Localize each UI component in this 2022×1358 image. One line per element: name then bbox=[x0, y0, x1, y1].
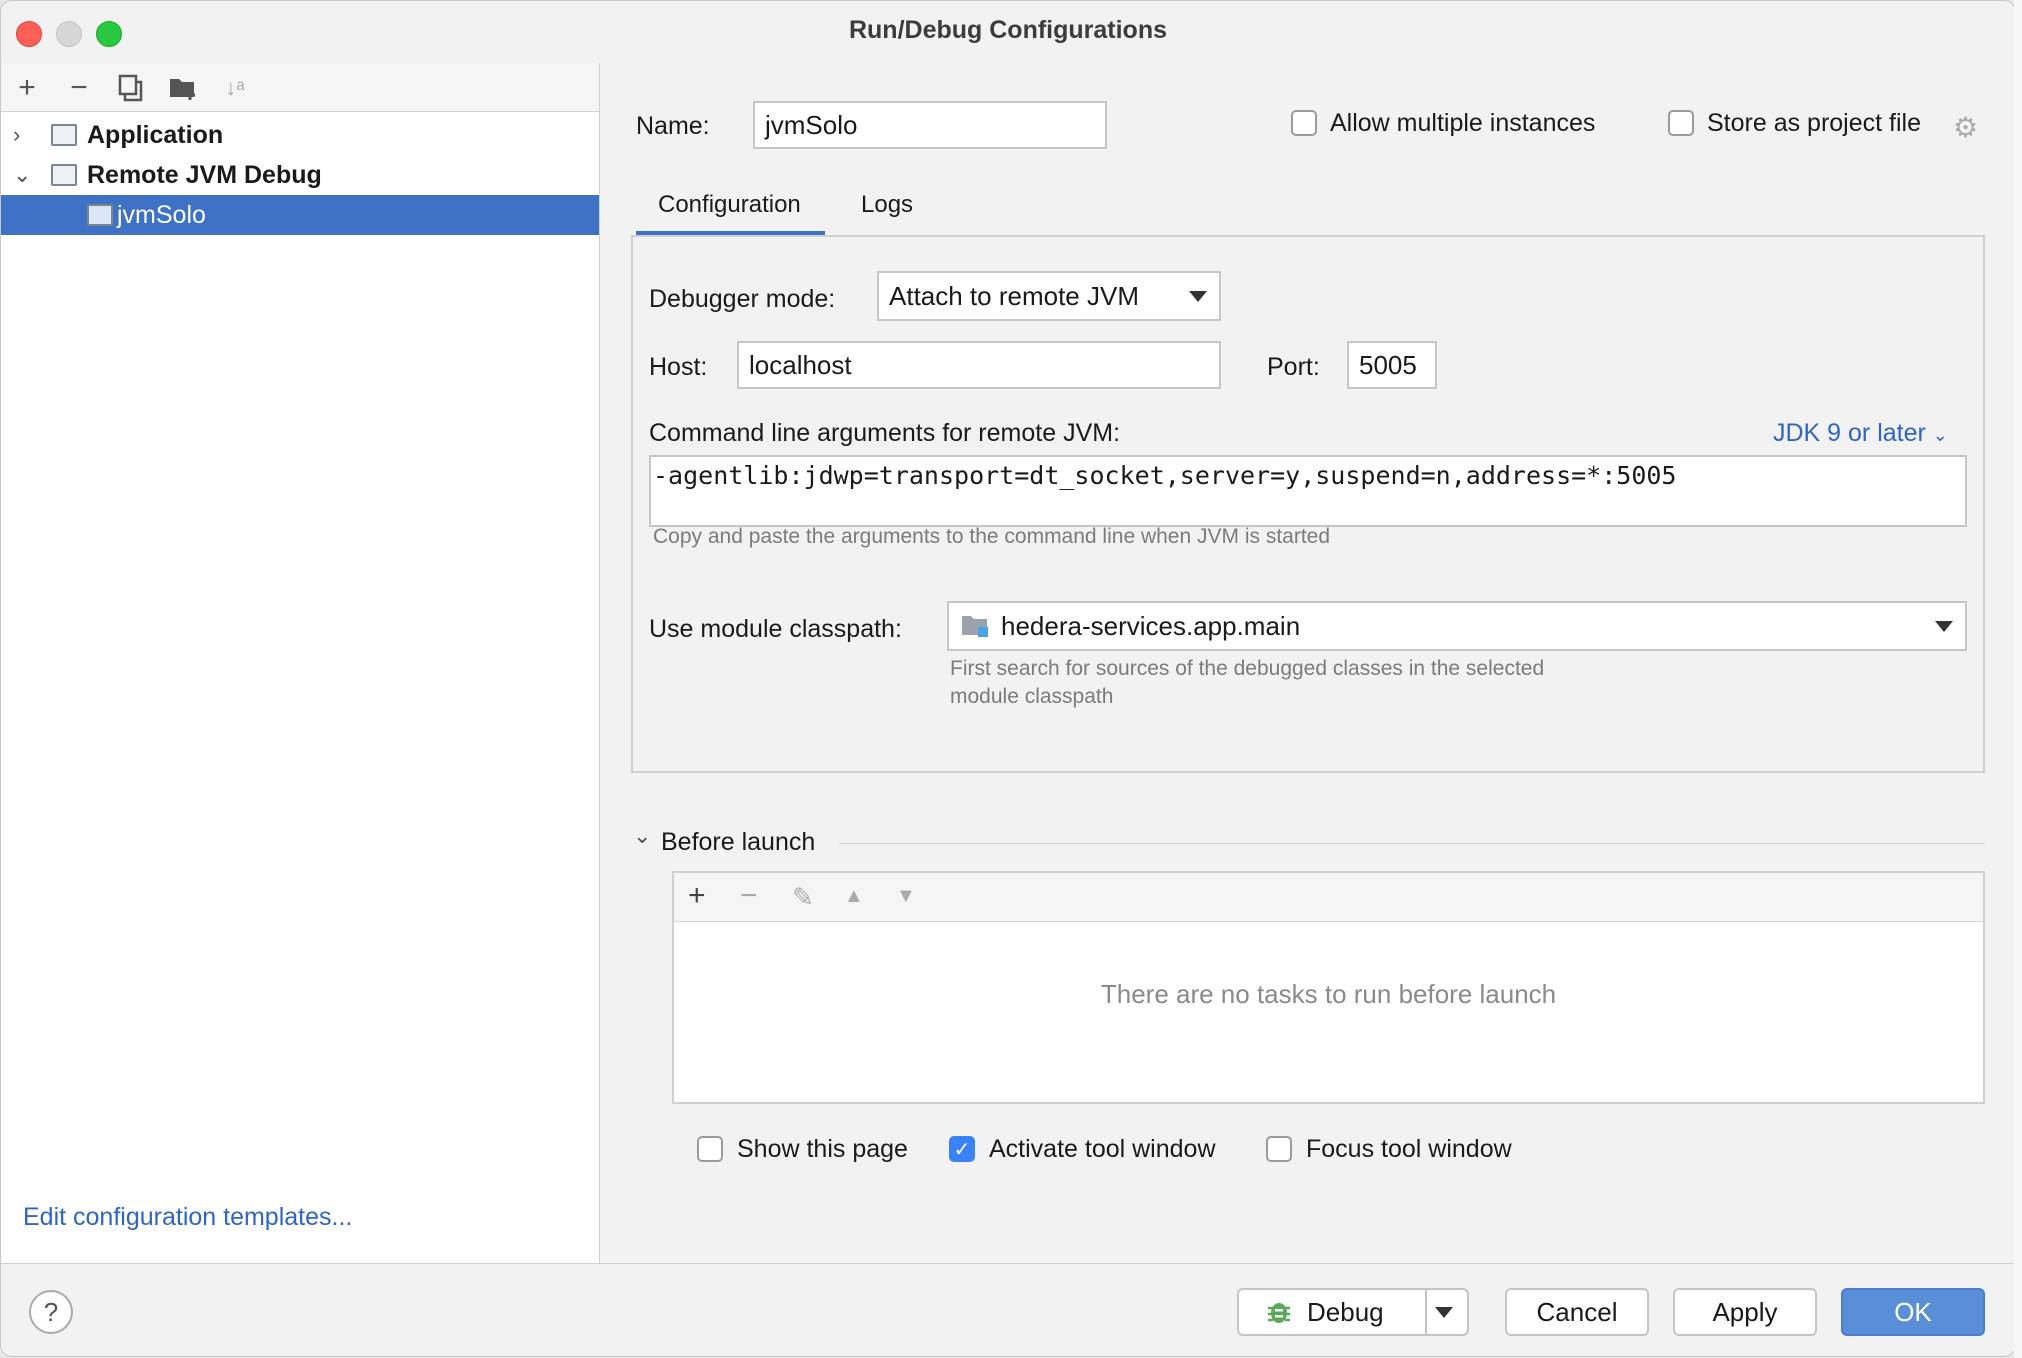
split-divider bbox=[1425, 1290, 1427, 1334]
run-debug-dialog: Run/Debug Configurations + − ↓ᵃ › Applic… bbox=[0, 0, 2016, 1357]
remove-icon[interactable]: − bbox=[740, 879, 758, 913]
focus-tool-checkbox[interactable] bbox=[1266, 1136, 1292, 1162]
title-bar: Run/Debug Configurations bbox=[1, 1, 2015, 63]
tab-configuration[interactable]: Configuration bbox=[636, 191, 825, 235]
ok-button[interactable]: OK bbox=[1841, 1288, 1985, 1336]
edit-icon[interactable]: ✎ bbox=[792, 882, 814, 913]
background-edge bbox=[2014, 0, 2022, 1358]
cmd-args-hint: Copy and paste the arguments to the comm… bbox=[653, 525, 1331, 548]
allow-multiple-checkbox[interactable] bbox=[1291, 110, 1317, 136]
activate-tool-checkbox[interactable]: ✓ bbox=[949, 1136, 975, 1162]
dialog-button-bar: ? Debug Cancel Apply OK bbox=[1, 1263, 2015, 1356]
module-hint-line-2: module classpath bbox=[950, 685, 1114, 708]
allow-multiple-label: Allow multiple instances bbox=[1330, 109, 1596, 137]
gear-icon[interactable]: ⚙ bbox=[1953, 111, 1978, 144]
before-launch-title: Before launch bbox=[661, 828, 816, 856]
dropdown-arrow-icon[interactable] bbox=[1435, 1307, 1453, 1318]
tree-toolbar: + − ↓ᵃ bbox=[1, 63, 599, 112]
configuration-editor: Name: jvmSolo Allow multiple instances S… bbox=[601, 63, 2015, 1263]
dropdown-arrow-icon bbox=[1189, 291, 1207, 302]
configurations-tree-panel: + − ↓ᵃ › Application ⌄ Remote JVM Debug … bbox=[1, 63, 600, 1263]
module-folder-icon bbox=[962, 616, 988, 637]
show-page-checkbox[interactable] bbox=[697, 1136, 723, 1162]
copy-icon[interactable] bbox=[113, 71, 149, 105]
move-down-icon[interactable]: ▼ bbox=[896, 885, 916, 908]
module-classpath-label: Use module classpath: bbox=[649, 615, 902, 643]
port-label: Port: bbox=[1267, 353, 1320, 381]
dropdown-arrow-icon bbox=[1935, 621, 1953, 632]
application-config-icon bbox=[51, 124, 77, 146]
tab-logs[interactable]: Logs bbox=[861, 191, 913, 219]
window-title: Run/Debug Configurations bbox=[848, 16, 1168, 44]
chevron-down-icon: ⌄ bbox=[1932, 425, 1948, 445]
store-project-checkbox[interactable] bbox=[1668, 110, 1694, 136]
configuration-panel: Debugger mode: Attach to remote JVM Host… bbox=[631, 235, 1985, 773]
debugger-mode-dropdown[interactable]: Attach to remote JVM bbox=[877, 271, 1221, 321]
module-hint-line-1: First search for sources of the debugged… bbox=[950, 657, 1545, 680]
debugger-mode-label: Debugger mode: bbox=[649, 285, 836, 313]
show-page-label: Show this page bbox=[737, 1135, 908, 1163]
cmd-args-label: Command line arguments for remote JVM: bbox=[649, 419, 1121, 447]
edit-templates-link[interactable]: Edit configuration templates... bbox=[23, 1203, 352, 1232]
add-icon[interactable]: + bbox=[9, 71, 45, 105]
tasks-toolbar: + − ✎ ▲ ▼ bbox=[674, 873, 1983, 922]
focus-tool-label: Focus tool window bbox=[1306, 1135, 1512, 1163]
tree-item-jvmsolo[interactable]: jvmSolo bbox=[1, 195, 599, 235]
cmd-args-field[interactable]: -agentlib:jdwp=transport=dt_socket,serve… bbox=[649, 455, 1967, 527]
folder-add-icon[interactable] bbox=[165, 71, 201, 105]
section-divider bbox=[839, 843, 1985, 844]
bug-icon bbox=[1268, 1303, 1290, 1323]
name-field[interactable]: jvmSolo bbox=[753, 101, 1107, 149]
apply-button[interactable]: Apply bbox=[1673, 1288, 1817, 1336]
sort-icon[interactable]: ↓ᵃ bbox=[217, 71, 253, 105]
name-label: Name: bbox=[636, 112, 710, 140]
before-launch-tasks: + − ✎ ▲ ▼ There are no tasks to run befo… bbox=[672, 871, 1985, 1104]
tree-item-application[interactable]: › Application bbox=[1, 115, 599, 155]
cancel-button[interactable]: Cancel bbox=[1505, 1288, 1649, 1336]
debug-button[interactable]: Debug bbox=[1237, 1288, 1469, 1336]
chevron-down-icon[interactable]: ⌄ bbox=[633, 823, 651, 849]
host-field[interactable]: localhost bbox=[737, 341, 1221, 389]
jdk-version-dropdown[interactable]: JDK 9 or later ⌄ bbox=[1773, 419, 1948, 448]
host-label: Host: bbox=[649, 353, 708, 381]
tree-item-remote-jvm-debug[interactable]: ⌄ Remote JVM Debug bbox=[1, 155, 599, 195]
remote-debug-config-icon bbox=[51, 164, 77, 186]
no-tasks-message: There are no tasks to run before launch bbox=[1100, 979, 1557, 1009]
add-icon[interactable]: + bbox=[688, 879, 706, 913]
module-classpath-dropdown[interactable]: hedera-services.app.main bbox=[947, 601, 1967, 651]
move-up-icon[interactable]: ▲ bbox=[844, 885, 864, 908]
activate-tool-label: Activate tool window bbox=[989, 1135, 1216, 1163]
remote-debug-config-icon bbox=[87, 204, 113, 226]
remove-icon[interactable]: − bbox=[61, 71, 97, 105]
chevron-down-icon[interactable]: ⌄ bbox=[13, 162, 33, 188]
help-button[interactable]: ? bbox=[29, 1290, 73, 1334]
port-field[interactable]: 5005 bbox=[1347, 341, 1437, 389]
store-project-label: Store as project file bbox=[1707, 109, 1921, 137]
chevron-right-icon[interactable]: › bbox=[13, 122, 33, 148]
